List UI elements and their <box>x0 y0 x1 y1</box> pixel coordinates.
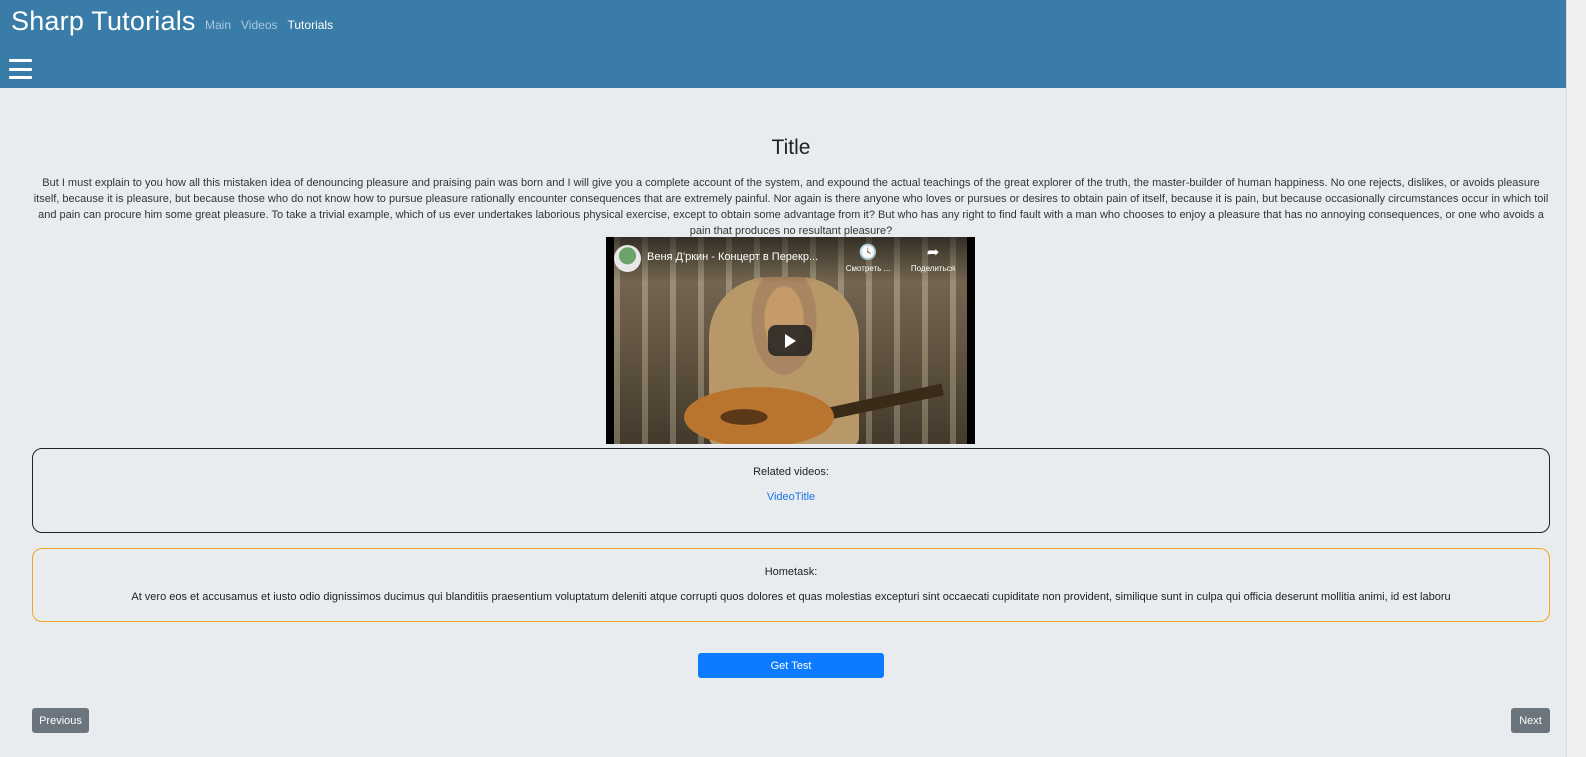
nav-link-main[interactable]: Main <box>205 18 231 32</box>
hamburger-line <box>9 59 32 62</box>
hometask-text: At vero eos et accusamus et iusto odio d… <box>131 591 1451 603</box>
related-videos-panel: Related videos: VideoTitle <box>32 448 1550 533</box>
clock-icon: 🕓 <box>858 244 878 261</box>
nav-link-videos[interactable]: Videos <box>241 18 277 32</box>
page-title: Title <box>771 136 811 159</box>
hamburger-line <box>9 67 32 71</box>
page-scrollbar[interactable] <box>1566 0 1586 757</box>
related-video-link[interactable]: VideoTitle <box>767 491 815 503</box>
channel-avatar[interactable] <box>614 245 641 272</box>
hamburger-line <box>9 76 32 79</box>
hometask-heading: Hometask: <box>764 566 818 578</box>
main-nav: Main Videos Tutorials <box>205 18 333 32</box>
top-navbar: Sharp Tutorials Main Videos Tutorials <box>0 0 1566 88</box>
get-test-button[interactable]: Get Test <box>698 653 884 678</box>
video-player[interactable]: Веня Д'ркин - Концерт в Перекр... 🕓 Смот… <box>606 237 975 444</box>
watch-later-button[interactable]: 🕓 Смотреть ... <box>838 244 898 273</box>
nav-link-tutorials[interactable]: Tutorials <box>288 18 334 32</box>
related-videos-heading: Related videos: <box>753 466 829 478</box>
video-title[interactable]: Веня Д'ркин - Концерт в Перекр... <box>647 251 837 263</box>
share-button[interactable]: ➦ Поделиться <box>903 244 963 273</box>
thumbnail-guitar <box>684 387 834 444</box>
intro-paragraph: But I must explain to you how all this m… <box>33 177 1549 237</box>
hamburger-icon[interactable] <box>9 59 32 79</box>
play-icon[interactable] <box>768 325 812 356</box>
brand-title[interactable]: Sharp Tutorials <box>11 6 196 37</box>
watch-later-label: Смотреть ... <box>845 264 891 273</box>
video-title-bar: Веня Д'ркин - Концерт в Перекр... 🕓 Смот… <box>606 237 975 283</box>
next-button[interactable]: Next <box>1511 708 1550 733</box>
share-label: Поделиться <box>910 264 956 273</box>
previous-button[interactable]: Previous <box>32 708 89 733</box>
hometask-panel: Hometask: At vero eos et accusamus et iu… <box>32 548 1550 622</box>
share-arrow-icon: ➦ <box>926 244 940 261</box>
